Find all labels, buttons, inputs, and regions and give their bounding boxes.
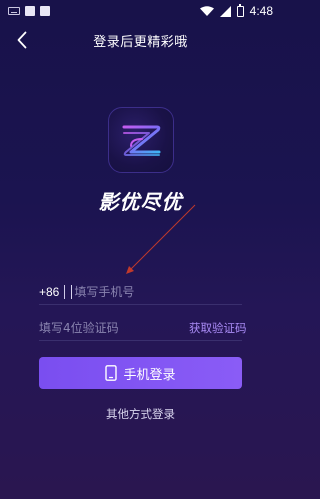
phone-row: +86 [39, 279, 242, 305]
top-nav: 登录后更精彩哦 [0, 26, 281, 54]
code-row: 获取验证码 [39, 315, 247, 341]
other-login-link[interactable]: 其他方式登录 [0, 406, 281, 422]
app-logo [108, 107, 174, 173]
verification-code-input[interactable] [39, 317, 189, 338]
smartphone-icon [105, 365, 118, 381]
phone-login-button[interactable]: 手机登录 [39, 357, 242, 389]
notification-icon [40, 6, 50, 16]
page-title: 登录后更精彩哦 [93, 35, 188, 50]
login-button-label: 手机登录 [123, 367, 176, 383]
battery-icon [236, 3, 244, 17]
signal-icon [219, 5, 231, 17]
status-bar: 4:48 [0, 0, 281, 22]
get-code-button[interactable]: 获取验证码 [189, 320, 247, 336]
divider [64, 284, 66, 299]
brand-name: 影优尽优 [98, 190, 183, 214]
keyboard-icon [8, 7, 20, 15]
text-caret [71, 284, 73, 299]
country-code[interactable]: +86 [39, 285, 59, 299]
status-right: 4:48 [199, 3, 273, 18]
notification-icon [25, 6, 35, 16]
status-left [8, 6, 50, 16]
wifi-icon [199, 6, 214, 16]
phone-input[interactable] [74, 281, 242, 302]
clock: 4:48 [249, 4, 273, 18]
z-logo-icon [122, 125, 161, 156]
